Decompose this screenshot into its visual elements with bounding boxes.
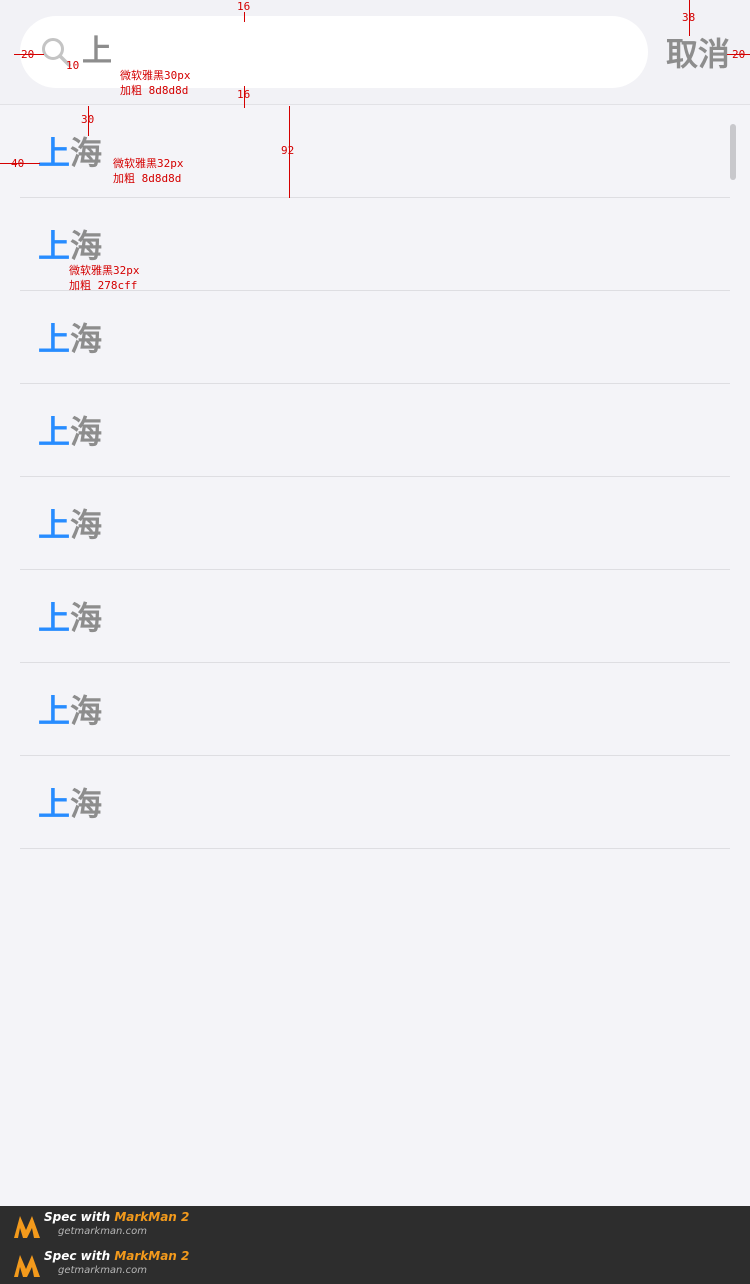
annotation-dim: 20 <box>732 48 746 61</box>
annotation-dim: 38 <box>682 11 696 24</box>
item-label: 上海 <box>38 505 102 545</box>
annotation-font: 微软雅黑30px <box>120 69 191 82</box>
markman-logo-icon <box>14 1255 40 1277</box>
badge-title: Spec with MarkMan 2 <box>44 1249 190 1263</box>
item-label: 上海 <box>38 784 102 824</box>
annotation-font: 微软雅黑32px <box>113 157 184 170</box>
item-highlight: 上 <box>38 134 71 172</box>
badge-title: Spec with MarkMan 2 <box>44 1210 190 1224</box>
search-box[interactable]: 上 <box>20 16 648 88</box>
annotation-font: 微软雅黑32px <box>69 264 140 277</box>
item-highlight: 上 <box>38 506 71 544</box>
badge-url: getmarkman.com <box>58 1265 147 1276</box>
annotation-dim: 30 <box>81 113 95 126</box>
annotation-dim: 92 <box>281 144 295 157</box>
item-rest: 海 <box>70 320 103 358</box>
annotation-dim: 16 <box>237 88 251 101</box>
markman-badge: Spec with MarkMan 2 getmarkman.com <box>10 1247 210 1281</box>
list-item[interactable]: 上海 <box>20 477 730 570</box>
list-item[interactable]: 上海 <box>20 663 730 756</box>
item-rest: 海 <box>70 413 103 451</box>
item-highlight: 上 <box>38 692 71 730</box>
annotation-dim: 10 <box>66 59 80 72</box>
search-header: 上 取消 <box>0 0 750 105</box>
list-item[interactable]: 上海 <box>20 570 730 663</box>
markman-logo-icon <box>14 1216 40 1238</box>
list-item[interactable]: 上海 <box>20 198 730 291</box>
item-highlight: 上 <box>38 599 71 637</box>
item-label: 上海 <box>38 319 102 359</box>
item-label: 上海 <box>38 133 102 173</box>
annotation-dim: 40 <box>11 157 25 170</box>
annotation-font: 加粗 8d8d8d <box>113 172 182 185</box>
result-list: 上海 上海 上海 上海 上海 上海 上海 上海 <box>0 105 750 849</box>
cancel-button[interactable]: 取消 <box>666 34 730 74</box>
annotation-dim: 20 <box>21 48 35 61</box>
annotation-font: 加粗 278cff <box>69 279 138 292</box>
item-highlight: 上 <box>38 785 71 823</box>
list-item[interactable]: 上海 <box>20 384 730 477</box>
markman-footer: Spec with MarkMan 2 getmarkman.com Spec … <box>0 1206 750 1284</box>
item-highlight: 上 <box>38 227 71 265</box>
annotation-dim: 16 <box>237 0 251 13</box>
markman-badge: Spec with MarkMan 2 getmarkman.com <box>10 1208 210 1242</box>
annotation-line <box>244 12 245 22</box>
item-highlight: 上 <box>38 413 71 451</box>
scrollbar[interactable] <box>730 124 736 180</box>
item-rest: 海 <box>70 692 103 730</box>
item-highlight: 上 <box>38 320 71 358</box>
item-rest: 海 <box>70 134 103 172</box>
item-label: 上海 <box>38 598 102 638</box>
search-input[interactable]: 上 <box>82 30 112 74</box>
item-label: 上海 <box>38 226 102 266</box>
item-rest: 海 <box>70 227 103 265</box>
item-rest: 海 <box>70 506 103 544</box>
item-rest: 海 <box>70 599 103 637</box>
item-label: 上海 <box>38 412 102 452</box>
list-item[interactable]: 上海 <box>20 291 730 384</box>
item-label: 上海 <box>38 691 102 731</box>
annotation-font: 加粗 8d8d8d <box>120 84 189 97</box>
item-rest: 海 <box>70 785 103 823</box>
list-item[interactable]: 上海 <box>20 756 730 849</box>
badge-url: getmarkman.com <box>58 1226 147 1237</box>
